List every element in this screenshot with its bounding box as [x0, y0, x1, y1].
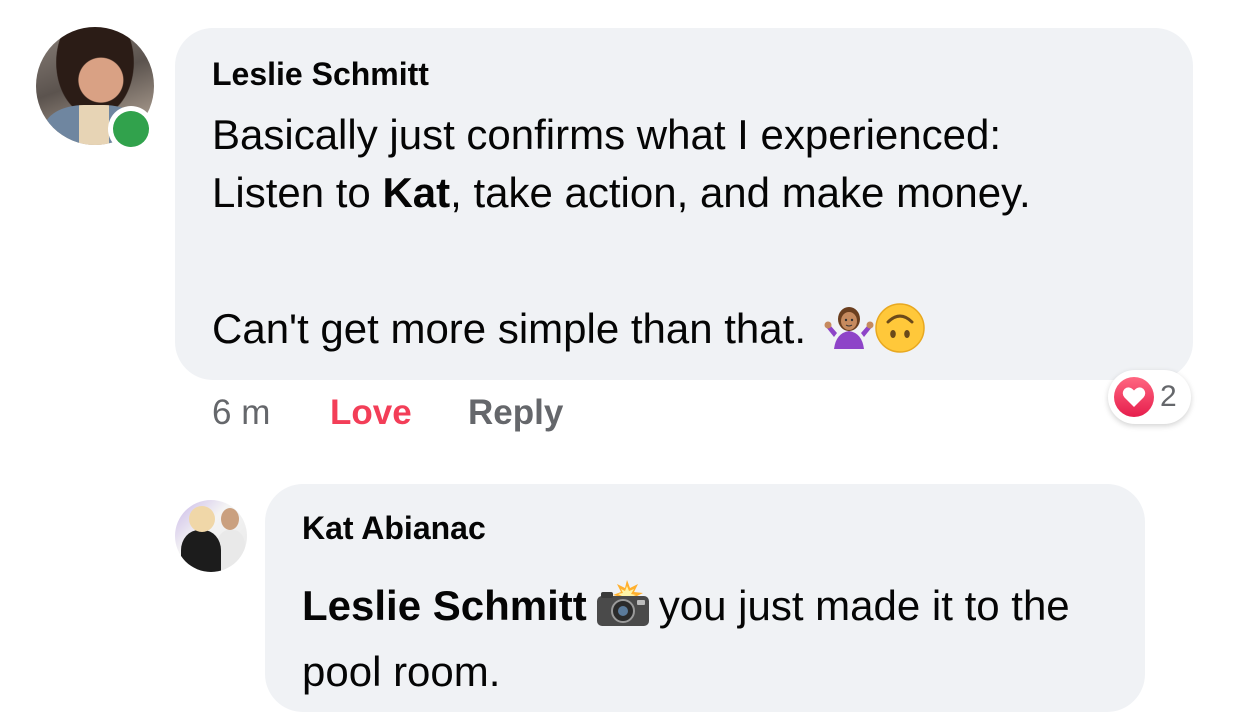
reply-avatar[interactable]	[175, 500, 247, 572]
mention-kat[interactable]: Kat	[382, 169, 450, 216]
comment-line-3-text: Can't get more simple than that.	[212, 305, 806, 352]
reaction-summary[interactable]: 2	[1108, 370, 1191, 424]
comment-line-2-suffix: , take action, and make money.	[450, 169, 1031, 216]
comment-line-2-prefix: Listen to	[212, 169, 383, 216]
mention-leslie-schmitt[interactable]: Leslie Schmitt	[302, 582, 587, 629]
comment-timestamp[interactable]: 6 m	[212, 393, 330, 433]
reply-author-name[interactable]: Kat Abianac	[302, 510, 486, 547]
comment-line-2: Listen to Kat, take action, and make mon…	[212, 164, 1182, 222]
camera-flash-icon	[596, 579, 649, 626]
comment-text: Basically just confirms what I experienc…	[212, 106, 1182, 358]
upside-down-face-icon	[874, 303, 925, 353]
woman-shrugging-icon	[824, 306, 874, 349]
online-status-dot	[113, 111, 149, 147]
love-reaction-button[interactable]: Love	[330, 393, 468, 433]
heart-icon	[1122, 387, 1146, 407]
comment-author-name[interactable]: Leslie Schmitt	[212, 56, 429, 93]
comment-actions: 6 m Love Reply	[212, 393, 563, 433]
comment-line-3: Can't get more simple than that.	[212, 300, 1182, 358]
reply-text: Leslie Schmitt you just made it to the p…	[302, 573, 1132, 705]
comment-line-1: Basically just confirms what I experienc…	[212, 111, 1001, 158]
comment-thread: Leslie Schmitt Basically just confirms w…	[0, 0, 1242, 723]
reaction-count: 2	[1160, 380, 1177, 413]
reply-button[interactable]: Reply	[468, 393, 563, 433]
heart-reaction-badge	[1114, 377, 1154, 417]
